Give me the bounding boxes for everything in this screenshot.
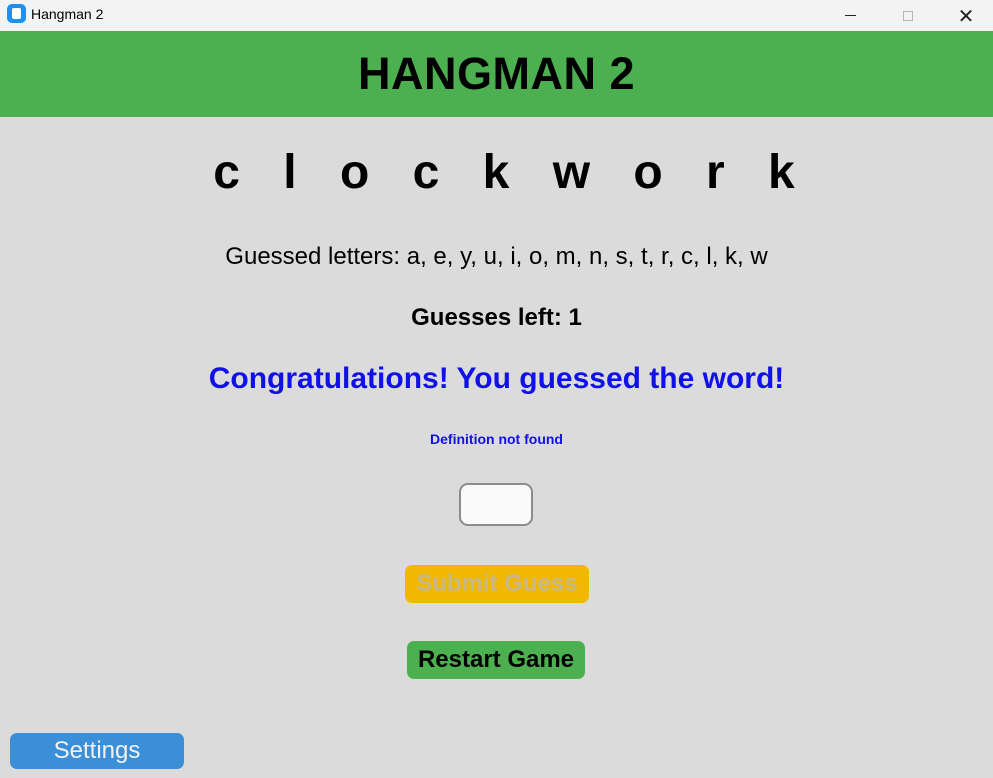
title-bar: Hangman 2 ✕ [0,0,993,31]
close-button[interactable]: ✕ [937,0,993,31]
word-display: c l o c k w o r k [213,146,810,199]
guessed-letters: Guessed letters: a, e, y, u, i, o, m, n,… [225,243,768,270]
settings-button[interactable]: Settings [10,733,184,769]
restart-game-button[interactable]: Restart Game [407,641,585,679]
game-title: HANGMAN 2 [357,48,635,99]
minimize-icon [844,15,856,16]
app-window: Hangman 2 ✕ HANGMAN 2 c l o c k w o r k … [0,0,993,778]
status-message: Congratulations! You guessed the word! [208,362,785,395]
maximize-icon [903,10,913,21]
guesses-left: Guesses left: 1 [411,304,582,331]
app-icon [7,4,26,23]
submit-guess-button[interactable]: Submit Guess [405,565,589,603]
minimize-button[interactable] [821,0,879,31]
window-title: Hangman 2 [31,6,104,22]
maximize-button[interactable] [879,0,937,31]
definition-text: Definition not found [430,431,563,447]
guess-input[interactable] [459,483,533,526]
header-banner: HANGMAN 2 [0,31,993,117]
close-icon: ✕ [957,3,975,28]
